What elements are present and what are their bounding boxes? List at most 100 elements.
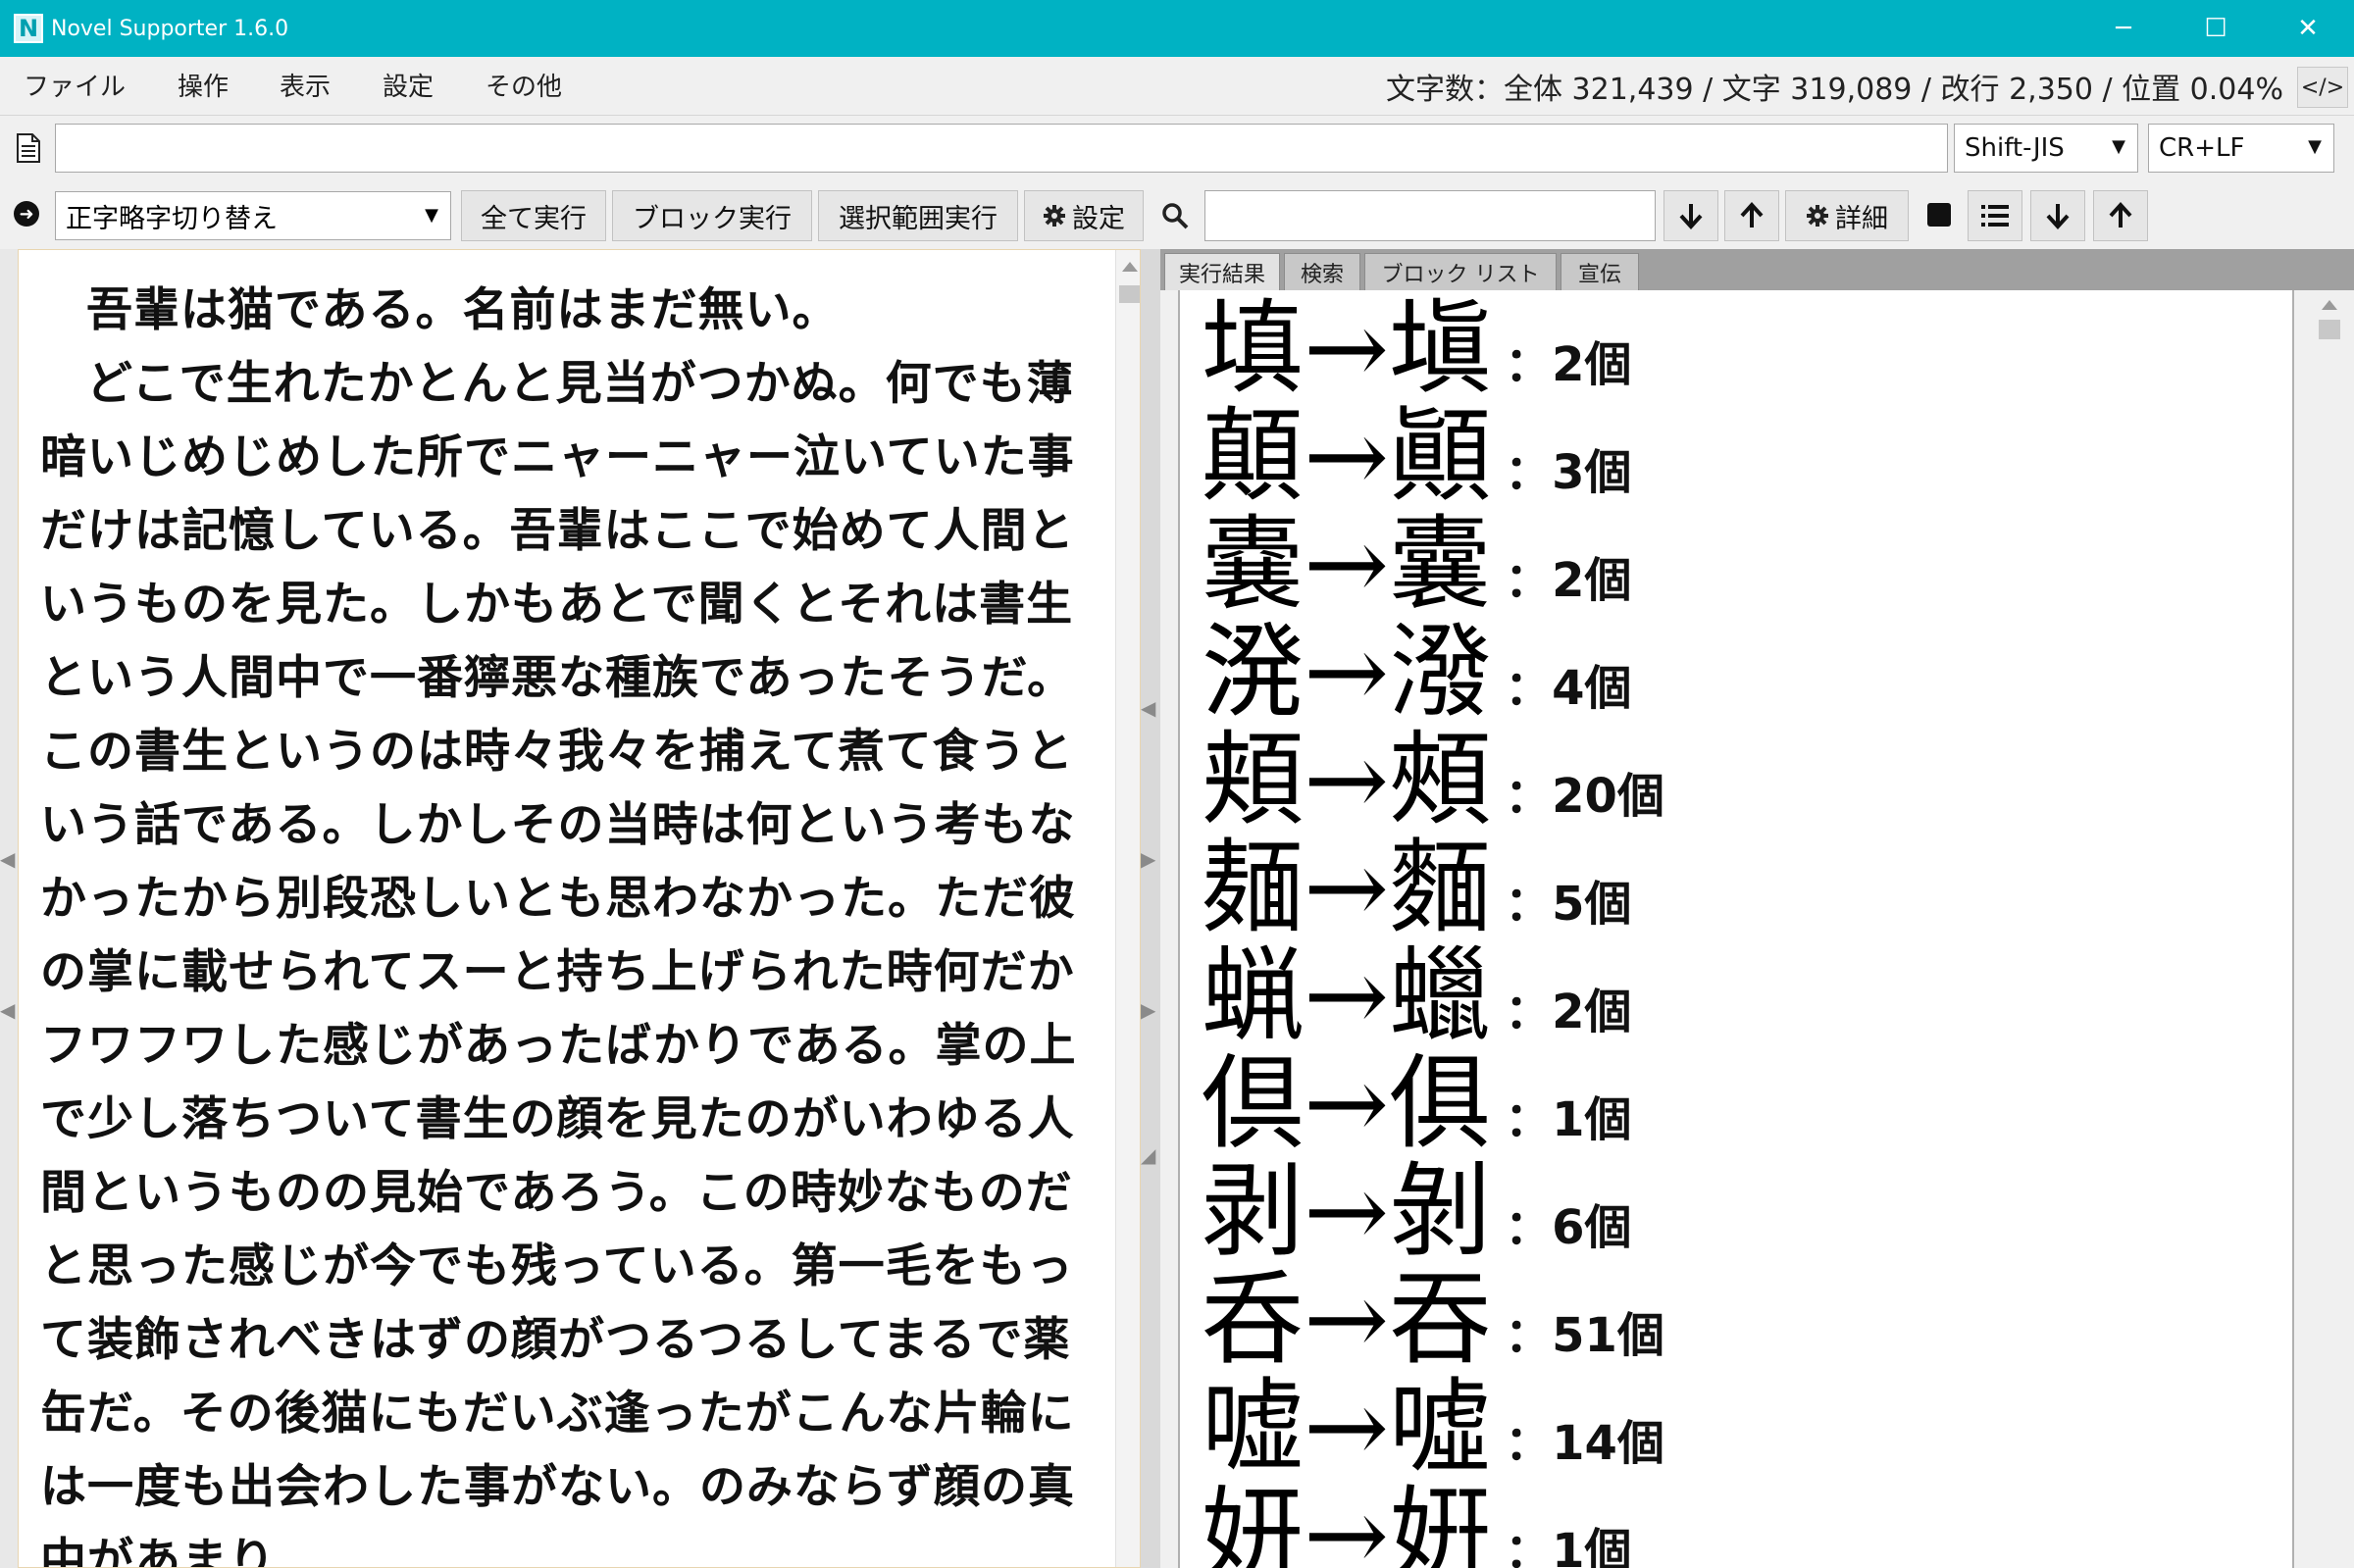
results-area: 填→塡 ：2個 顛→顚 ：3個 嚢→囊 ：2個 溌→潑 ：4個 頬→頰 ：20個 麺→麵 ：5個 蝋→蠟… — [1160, 290, 2354, 1568]
result-row: 溌→潑 ：4個 — [1202, 618, 1632, 726]
replacement-count: ：1個 — [1505, 1092, 1632, 1147]
document-icon — [17, 133, 40, 163]
replacement-pair: 剥→剝 — [1202, 1151, 1492, 1271]
arrow-down-icon — [1679, 204, 1703, 229]
code-toggle-button[interactable]: </> — [2297, 67, 2348, 108]
newline-select[interactable]: CR+LF ▼ — [2148, 124, 2334, 173]
result-row: 剥→剝 ：6個 — [1202, 1157, 1632, 1265]
results-scrollbar[interactable] — [2314, 290, 2345, 1568]
collapse-left-icon[interactable]: ◀ — [0, 998, 15, 1022]
replacement-pair: 妍→姸 — [1202, 1475, 1492, 1568]
minimize-button[interactable]: ─ — [2077, 0, 2170, 57]
menu-file[interactable]: ファイル — [24, 67, 126, 103]
run-selection-button[interactable]: 選択範囲実行 — [818, 190, 1018, 241]
conversion-rule-select[interactable]: 正字略字切り替え ▼ — [55, 191, 451, 240]
result-row: 顛→顚 ：3個 — [1202, 402, 1632, 510]
menu-other[interactable]: その他 — [486, 67, 562, 103]
editor-paragraph: どこで生れたかとんと見当がつかぬ。何でも薄暗いじめじめした所でニャーニャー泣いて… — [40, 357, 1077, 1568]
result-row: 蝋→蠟 ：2個 — [1202, 941, 1632, 1049]
tab-results[interactable]: 実行結果 — [1164, 253, 1280, 290]
search-input[interactable] — [1204, 190, 1656, 241]
scroll-thumb[interactable] — [2319, 320, 2340, 339]
result-row: 呑→吞 ：51個 — [1202, 1265, 1664, 1373]
text-editor[interactable]: 吾輩は猫である。名前はまだ無い。 どこで生れたかとんと見当がつかぬ。何でも薄暗い… — [40, 274, 1080, 1568]
collapse-left-icon[interactable]: ◀ — [1141, 696, 1155, 720]
replacement-count: ：51個 — [1505, 1308, 1664, 1363]
conversion-rule-value: 正字略字切り替え — [66, 203, 278, 234]
chevron-down-icon: ▼ — [425, 205, 438, 226]
results-list: 填→塡 ：2個 顛→顚 ：3個 嚢→囊 ：2個 溌→潑 ：4個 頬→頰 ：20個 麺→麵 ：5個 蝋→蠟… — [1178, 290, 2294, 1568]
settings-button-label: 設定 — [1072, 203, 1125, 234]
chevron-down-icon: ▼ — [2308, 136, 2322, 157]
replacement-pair: 嚢→囊 — [1202, 504, 1492, 624]
tab-block-list[interactable]: ブロック リスト — [1364, 253, 1557, 290]
file-path-input[interactable] — [55, 124, 1948, 173]
arrow-down-icon — [2046, 204, 2070, 229]
encoding-select[interactable]: Shift-JIS ▼ — [1954, 124, 2138, 173]
search-next-button[interactable] — [1663, 190, 1718, 241]
replacement-pair: 嘘→噓 — [1202, 1367, 1492, 1487]
block-previous-button[interactable] — [2093, 190, 2148, 241]
title-bar: N Novel Supporter 1.6.0 ─ ☐ ✕ — [0, 0, 2354, 57]
app-icon: N — [14, 14, 43, 43]
tab-search[interactable]: 検索 — [1284, 253, 1360, 290]
replacement-pair: 呑→吞 — [1202, 1259, 1492, 1379]
expand-right-icon[interactable]: ▶ — [1141, 998, 1155, 1022]
search-details-button[interactable]: 詳細 — [1785, 190, 1909, 241]
stop-icon — [1927, 203, 1951, 227]
replacement-count: ：2個 — [1505, 337, 1632, 392]
result-row: 頬→頰 ：20個 — [1202, 726, 1664, 834]
replacement-pair: 填→塡 — [1202, 290, 1492, 408]
replacement-count: ：5個 — [1505, 877, 1632, 932]
maximize-button[interactable]: ☐ — [2170, 0, 2262, 57]
window-controls: ─ ☐ ✕ — [2077, 0, 2354, 57]
menu-settings[interactable]: 設定 — [383, 67, 434, 103]
split-toggle-icon[interactable]: ▶ — [1141, 847, 1155, 871]
replacement-count: ：1個 — [1505, 1524, 1632, 1568]
newline-value: CR+LF — [2159, 133, 2245, 163]
replacement-pair: 顛→顚 — [1202, 396, 1492, 516]
character-count-status: 文字数：全体 321,439 / 文字 319,089 / 改行 2,350 /… — [1386, 73, 2283, 107]
file-path-row: Shift-JIS ▼ CR+LF ▼ — [0, 116, 2354, 180]
scroll-up-icon[interactable] — [2322, 300, 2337, 310]
run-all-button[interactable]: 全て実行 — [461, 190, 606, 241]
gear-icon — [1044, 205, 1065, 227]
arrow-up-icon — [1740, 202, 1764, 228]
result-tab-bar: 実行結果 検索 ブロック リスト 宣伝 — [1160, 249, 2354, 290]
search-previous-button[interactable] — [1724, 190, 1779, 241]
replacement-pair: 麺→麵 — [1202, 828, 1492, 947]
tab-advertisement[interactable]: 宣伝 — [1561, 253, 1639, 290]
replacement-count: ：4個 — [1505, 661, 1632, 716]
left-gutter: ◀ ◀ — [0, 249, 18, 1568]
replacement-count: ：3個 — [1505, 445, 1632, 500]
text-editor-pane: 吾輩は猫である。名前はまだ無い。 どこで生れたかとんと見当がつかぬ。何でも薄暗い… — [18, 249, 1141, 1568]
editor-scrollbar[interactable] — [1115, 250, 1140, 1567]
result-row: 倶→俱 ：1個 — [1202, 1049, 1632, 1157]
replacement-pair: 倶→俱 — [1202, 1043, 1492, 1163]
settings-button[interactable]: 設定 — [1024, 190, 1144, 241]
collapse-left-icon[interactable]: ◀ — [0, 847, 15, 871]
result-row: 嚢→囊 ：2個 — [1202, 510, 1632, 618]
scroll-thumb[interactable] — [1119, 285, 1140, 303]
stop-button[interactable] — [1926, 202, 1952, 228]
scroll-up-icon[interactable] — [1122, 262, 1138, 272]
run-block-button[interactable]: ブロック実行 — [612, 190, 812, 241]
list-icon — [1981, 205, 2009, 227]
toolbar: ➜ 正字略字切り替え ▼ 全て実行 ブロック実行 選択範囲実行 設定 詳細 — [0, 180, 2354, 247]
search-details-label: 詳細 — [1835, 203, 1888, 234]
replacement-count: ：20個 — [1505, 769, 1664, 824]
replacement-count: ：6個 — [1505, 1200, 1632, 1255]
menu-view[interactable]: 表示 — [280, 67, 331, 103]
replacement-count: ：2個 — [1505, 553, 1632, 608]
menu-operation[interactable]: 操作 — [178, 67, 229, 103]
replacement-count: ：14個 — [1505, 1416, 1664, 1471]
resize-grip-icon[interactable]: ◢ — [1141, 1143, 1155, 1167]
close-button[interactable]: ✕ — [2262, 0, 2354, 57]
block-next-button[interactable] — [2030, 190, 2085, 241]
gear-icon — [1807, 205, 1828, 227]
replacement-count: ：2個 — [1505, 985, 1632, 1039]
pane-splitter[interactable]: ◀ ▶ ▶ ◢ — [1141, 249, 1160, 1568]
block-list-button[interactable] — [1968, 190, 2022, 241]
search-icon — [1162, 203, 1189, 229]
arrow-up-icon — [2109, 202, 2132, 228]
